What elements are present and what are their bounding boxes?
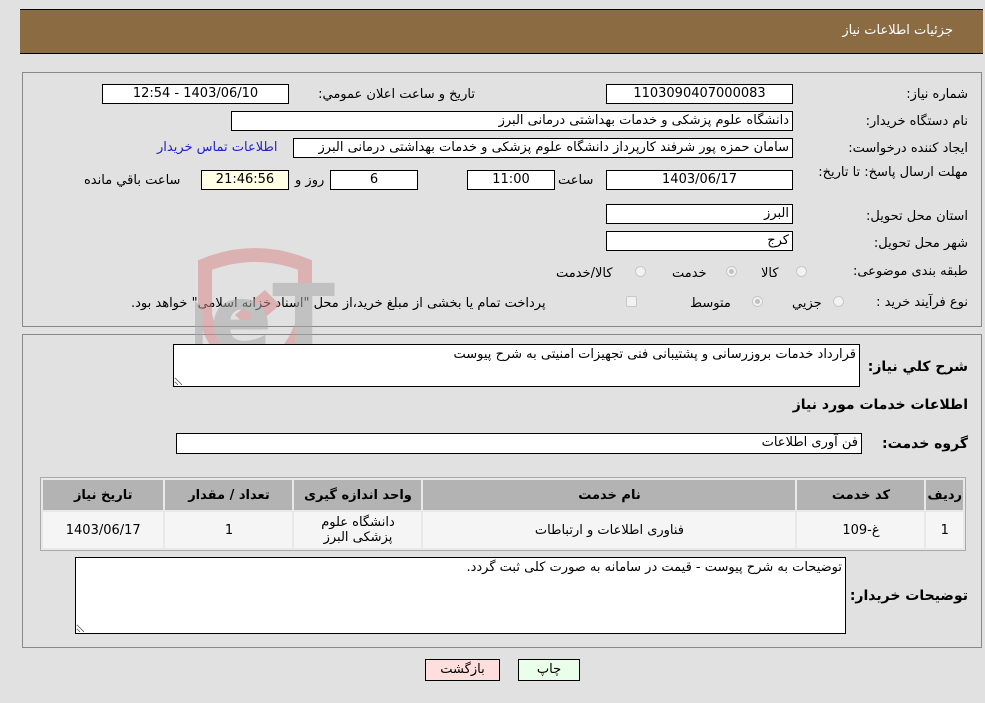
col-service-code: کد خدمت <box>797 480 925 510</box>
process-option-minor: جزیي <box>792 296 822 311</box>
services-heading: اطلاعات خدمات مورد نیاز <box>792 397 968 413</box>
print-button[interactable]: چاپ <box>518 659 580 681</box>
category-option-goods-service: کالا/خدمت <box>556 266 613 281</box>
page-title: جزئیات اطلاعات نیاز <box>842 23 953 38</box>
service-group-label: گروه خدمت: <box>882 436 968 452</box>
category-option-service: خدمت <box>672 266 707 281</box>
services-table: ردیف کد خدمت نام خدمت واحد اندازه گیری ت… <box>40 477 966 551</box>
creator-field: سامان حمزه پور شرفند کارپرداز دانشگاه عل… <box>293 138 793 158</box>
deadline-time-label: ساعت <box>558 173 594 188</box>
table-header-row: ردیف کد خدمت نام خدمت واحد اندازه گیری ت… <box>43 480 963 510</box>
category-radio-goods[interactable] <box>796 266 807 277</box>
category-radio-goods-service[interactable] <box>635 266 646 277</box>
deadline-label: مهلت ارسال پاسخ: تا تاریخ: <box>818 165 968 180</box>
need-number-label: شماره نیاز: <box>906 87 968 102</box>
cell-need-date: 1403/06/17 <box>43 512 164 548</box>
back-button[interactable]: بازگشت <box>425 659 500 681</box>
service-group-field: فن آوری اطلاعات <box>176 433 862 454</box>
cell-service-name: فناوری اطلاعات و ارتباطات <box>423 512 796 548</box>
process-radio-minor[interactable] <box>833 296 844 307</box>
province-label: استان محل تحویل: <box>866 209 968 224</box>
city-label: شهر محل تحویل: <box>873 236 968 251</box>
announce-datetime-field: 1403/06/10 - 12:54 <box>102 84 289 104</box>
remaining-time-field: 21:46:56 <box>201 170 289 190</box>
treasury-checkbox[interactable] <box>626 296 637 307</box>
table-row: 1 غ-109 فناوری اطلاعات و ارتباطات دانشگا… <box>43 512 963 548</box>
buyer-notes-label: توضیحات خریدار: <box>849 588 968 604</box>
category-radio-service[interactable] <box>726 266 737 277</box>
city-field: کرج <box>606 231 793 251</box>
summary-textarea[interactable]: قرارداد خدمات بروزرسانی و پشتیبانی فنی ت… <box>173 344 860 387</box>
deadline-time-field: 11:00 <box>467 170 555 190</box>
page-header: جزئیات اطلاعات نیاز <box>20 9 983 54</box>
category-option-goods: کالا <box>761 266 779 281</box>
cell-service-code: غ-109 <box>797 512 925 548</box>
treasury-note: پرداخت تمام یا بخشی از مبلغ خرید،از محل … <box>131 296 546 311</box>
col-unit: واحد اندازه گیری <box>294 480 422 510</box>
announce-label: تاریخ و ساعت اعلان عمومي: <box>318 87 475 102</box>
col-need-date: تاریخ نیاز <box>43 480 164 510</box>
col-service-name: نام خدمت <box>423 480 796 510</box>
cell-unit: دانشگاه علوم پزشکی البرز <box>294 512 422 548</box>
process-option-medium: متوسط <box>690 296 731 311</box>
buyer-org-label: نام دستگاه خریدار: <box>865 114 968 129</box>
summary-label: شرح کلي نیاز: <box>867 359 968 375</box>
province-field: البرز <box>606 204 793 224</box>
days-remaining-field: 6 <box>330 170 418 190</box>
need-number-field: 1103090407000083 <box>606 84 793 104</box>
days-label: روز و <box>295 173 325 188</box>
buyer-org-field: دانشگاه علوم پزشکی و خدمات بهداشتی درمان… <box>231 111 793 131</box>
deadline-date-field: 1403/06/17 <box>606 170 793 190</box>
process-radio-medium[interactable] <box>752 296 763 307</box>
category-label: طبقه بندی موضوعی: <box>852 264 968 279</box>
col-row-number: ردیف <box>926 480 963 510</box>
creator-label: ایجاد کننده درخواست: <box>848 141 968 156</box>
remaining-label: ساعت باقي مانده <box>84 173 181 188</box>
cell-quantity: 1 <box>165 512 293 548</box>
cell-row-number: 1 <box>926 512 963 548</box>
buyer-contact-link[interactable]: اطلاعات تماس خریدار <box>157 140 277 155</box>
col-quantity: تعداد / مقدار <box>165 480 293 510</box>
buyer-notes-textarea[interactable]: توضیحات به شرح پیوست - قیمت در سامانه به… <box>75 557 846 634</box>
process-label: نوع فرآیند خرید : <box>876 295 968 310</box>
